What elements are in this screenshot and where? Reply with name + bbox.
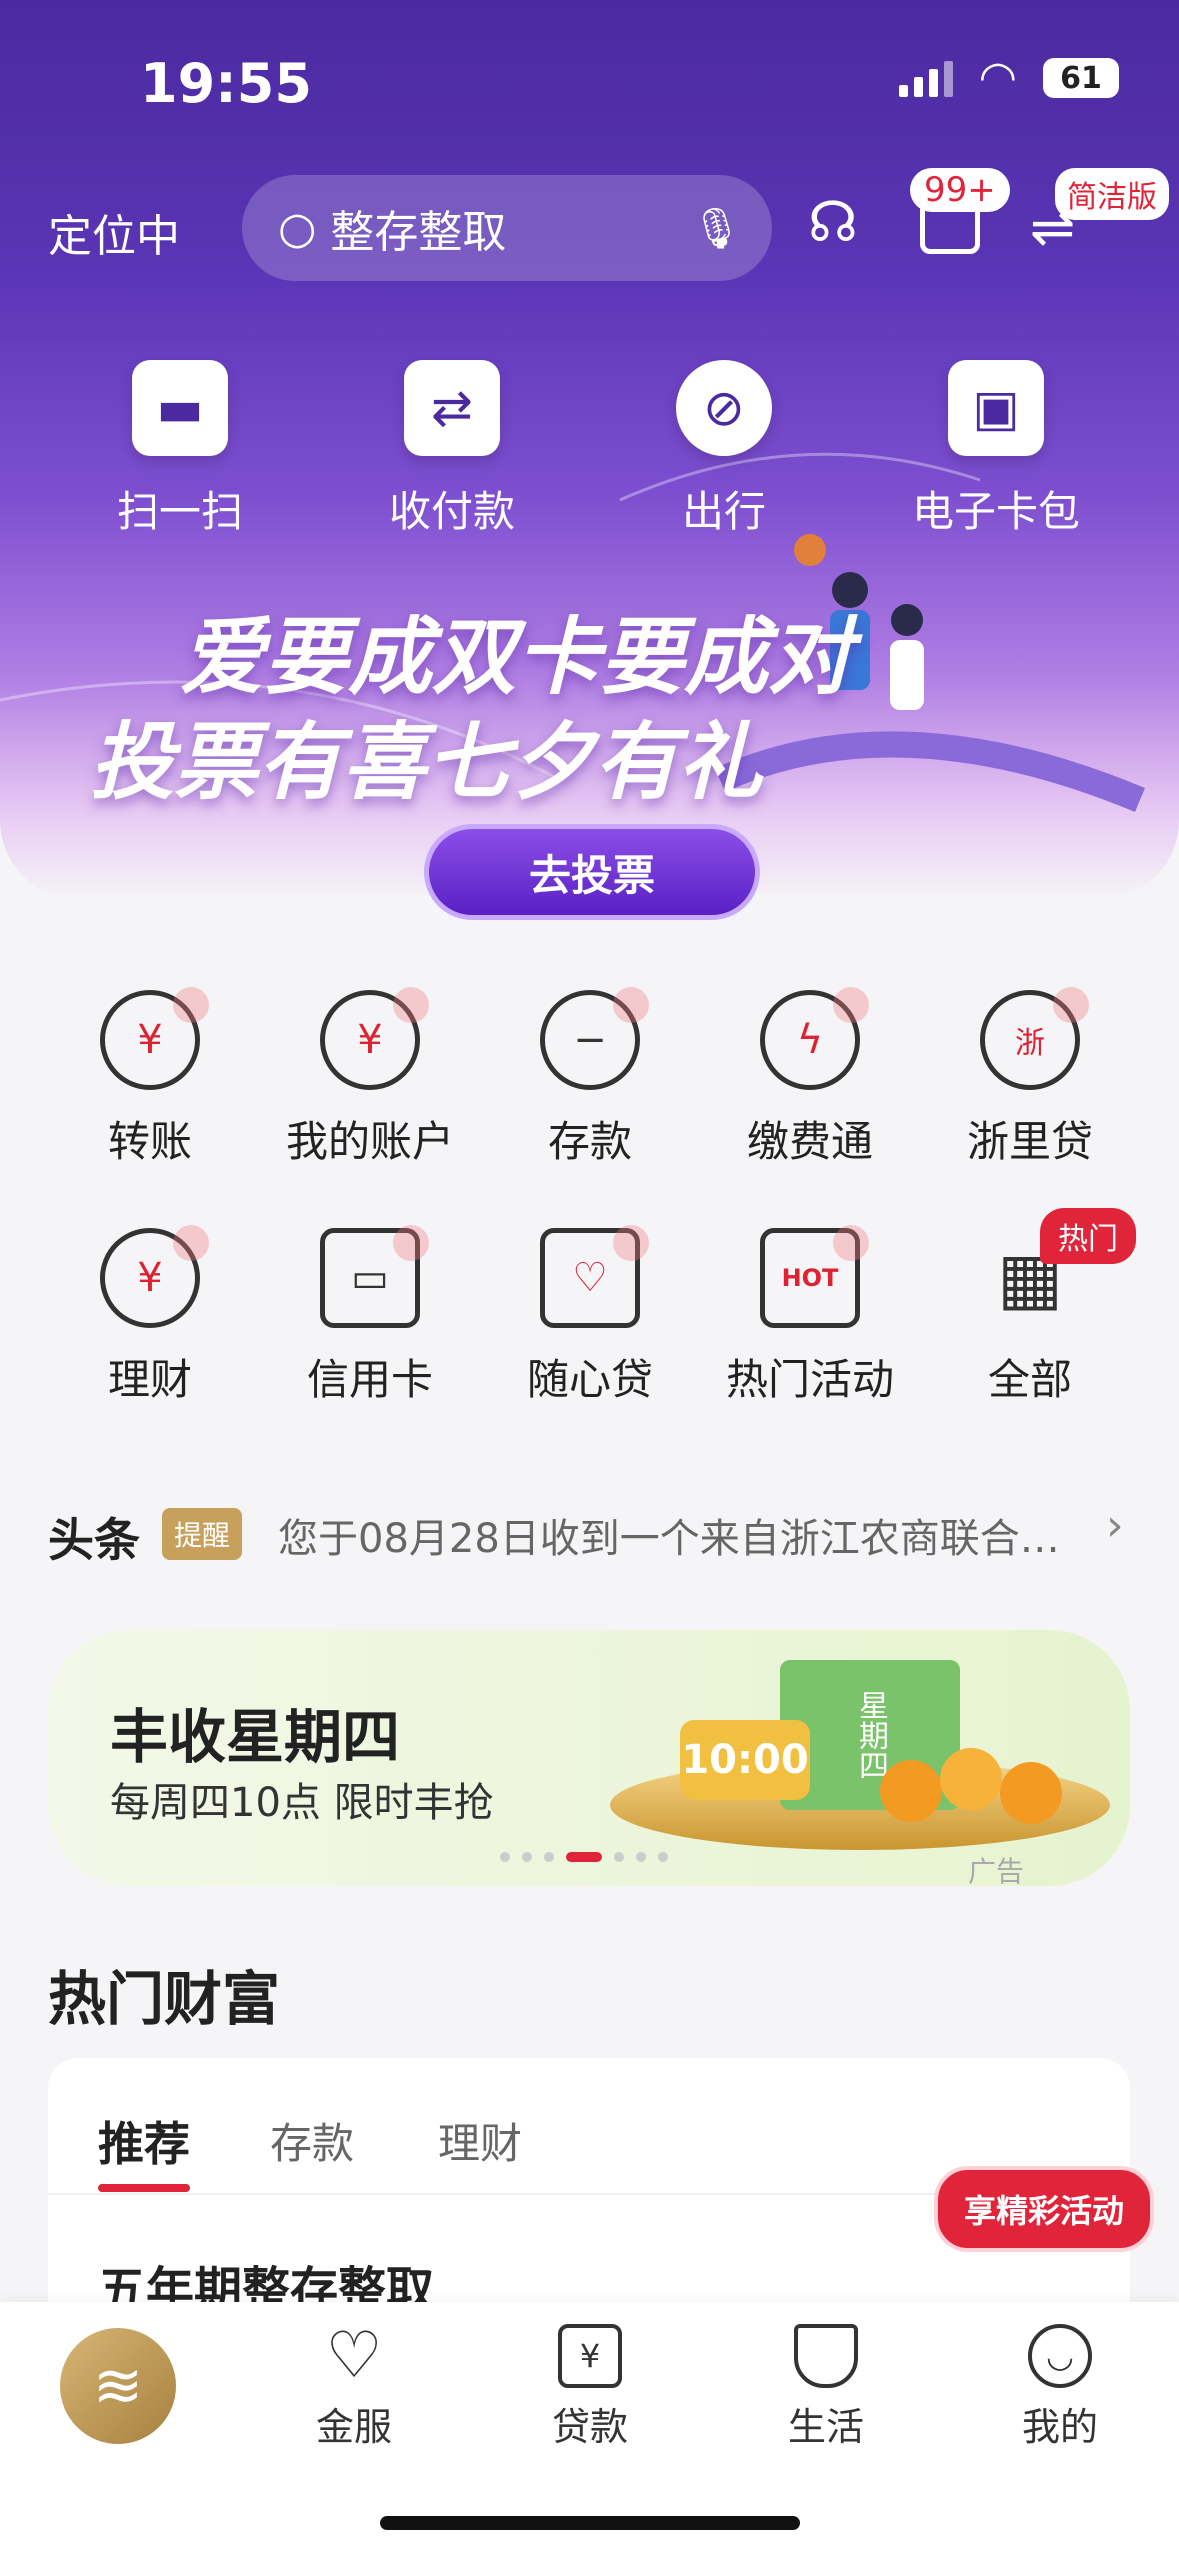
microphone-icon[interactable]: 🎙 — [691, 205, 742, 252]
heart-icon: ♡ — [325, 2319, 383, 2393]
compass-icon: ⊘ — [676, 360, 772, 456]
clock-illustration: 10:00 — [680, 1720, 810, 1800]
service-label: 存款 — [547, 1117, 632, 1166]
tab-wealth[interactable]: 理财 — [438, 2110, 522, 2171]
promo-title: 丰收星期四 — [110, 1703, 401, 1771]
orange-illustration — [1000, 1762, 1062, 1824]
simple-mode-badge[interactable]: 简洁版 — [1055, 168, 1169, 220]
heart-bag-icon: ♡ — [540, 1225, 649, 1328]
message-badge: 99+ — [910, 168, 1010, 212]
news-headline[interactable]: 您于08月28日收到一个来自浙江农商联合… — [278, 1506, 1098, 1564]
service-label: 缴费通 — [746, 1117, 873, 1166]
banner-headline[interactable]: 爱要成双卡要成对 — [180, 590, 852, 711]
chevron-right-icon[interactable]: › — [1106, 1500, 1124, 1551]
service-credit-card[interactable]: ▭ 信用卡 — [260, 1225, 480, 1407]
quick-action-label: 电子卡包 — [911, 487, 1080, 536]
promo-subtitle: 每周四10点 限时丰抢 — [110, 1780, 494, 1826]
nav-loan[interactable]: ¥ 贷款 — [510, 2324, 670, 2451]
quick-action-label: 扫一扫 — [116, 487, 243, 536]
loan-bag-icon: 浙 — [980, 987, 1089, 1090]
transfer-icon: ¥ — [100, 987, 209, 1090]
nav-mine[interactable]: ◡ 我的 — [980, 2324, 1140, 2451]
section-title: 热门财富 — [48, 1965, 281, 2033]
bill-payment-icon: ϟ — [760, 987, 869, 1090]
event-button[interactable]: 享精彩活动 — [934, 2166, 1155, 2252]
news-title: 头条 — [48, 1513, 140, 1567]
transfer-arrows-icon: ⇄ — [404, 360, 500, 456]
location-label[interactable]: 定位中 — [48, 200, 180, 264]
service-label: 理财 — [107, 1355, 192, 1404]
status-time: 19:55 — [140, 52, 312, 115]
wallet-icon: ▣ — [948, 360, 1044, 456]
service-label: 我的账户 — [285, 1117, 454, 1166]
service-label: 随心贷 — [526, 1355, 653, 1404]
nav-finance[interactable]: ♡ 金服 — [274, 2319, 434, 2451]
signal-icon — [898, 59, 953, 97]
orange-illustration — [880, 1760, 942, 1822]
nav-life[interactable]: 生活 — [746, 2324, 906, 2451]
quick-action-label: 收付款 — [388, 487, 515, 536]
quick-action-label: 出行 — [681, 487, 766, 536]
carousel-dots[interactable] — [500, 1852, 668, 1862]
banner-subheadline[interactable]: 投票有喜七夕有礼 — [90, 695, 762, 816]
orange-illustration — [940, 1748, 1002, 1810]
scan-icon: ▬ — [132, 360, 228, 456]
service-label: 热门活动 — [725, 1355, 894, 1404]
status-icons: ◠ 61 — [898, 52, 1119, 103]
home-indicator — [380, 2516, 800, 2530]
loan-icon: ¥ — [558, 2324, 622, 2388]
vote-button[interactable]: 去投票 — [424, 824, 760, 920]
cup-icon — [794, 2324, 858, 2388]
customer-service-icon[interactable]: ☊ — [808, 190, 858, 255]
wealth-icon: ¥ — [100, 1225, 209, 1328]
wifi-icon: ◠ — [978, 52, 1017, 103]
tab-recommended[interactable]: 推荐 — [98, 2108, 190, 2174]
tab-deposit[interactable]: 存款 — [270, 2110, 354, 2171]
home-logo-icon[interactable]: ≋ — [60, 2328, 176, 2444]
service-zheli-loan[interactable]: 浙 浙里贷 — [920, 987, 1140, 1169]
nav-label: 贷款 — [551, 2405, 628, 2449]
hot-gift-icon: HOT — [760, 1225, 869, 1328]
ad-label: 广告 — [968, 1855, 1025, 1888]
reminder-tag: 提醒 — [162, 1508, 243, 1560]
service-hot-events[interactable]: HOT 热门活动 — [700, 1225, 920, 1407]
service-label: 浙里贷 — [966, 1117, 1093, 1166]
quick-action-wallet[interactable]: ▣ 电子卡包 — [896, 360, 1096, 539]
account-bag-icon: ¥ — [320, 987, 429, 1090]
service-easy-loan[interactable]: ♡ 随心贷 — [480, 1225, 700, 1407]
quick-action-pay[interactable]: ⇄ 收付款 — [352, 360, 552, 539]
service-my-account[interactable]: ¥ 我的账户 — [260, 987, 480, 1169]
search-input[interactable]: 整存整取 — [330, 196, 691, 260]
service-bill-payment[interactable]: ϟ 缴费通 — [700, 987, 920, 1169]
service-transfer[interactable]: ¥ 转账 — [40, 987, 260, 1169]
quick-action-travel[interactable]: ⊘ 出行 — [624, 360, 824, 539]
quick-action-scan[interactable]: ▬ 扫一扫 — [80, 360, 280, 539]
nav-label: 生活 — [787, 2405, 864, 2449]
hot-badge: 热门 — [1040, 1208, 1136, 1264]
service-wealth[interactable]: ¥ 理财 — [40, 1225, 260, 1407]
search-icon: ○ — [278, 202, 317, 254]
battery-indicator: 61 — [1043, 58, 1119, 98]
active-tab-indicator — [98, 2184, 190, 2192]
credit-card-icon: ▭ — [320, 1225, 429, 1328]
smile-icon: ◡ — [1028, 2324, 1092, 2388]
service-deposit[interactable]: − 存款 — [480, 987, 700, 1169]
nav-label: 我的 — [1021, 2405, 1098, 2449]
service-label: 全部 — [987, 1355, 1072, 1404]
piggy-bank-icon: − — [540, 987, 649, 1090]
nav-label: 金服 — [315, 2405, 392, 2449]
service-label: 转账 — [107, 1117, 192, 1166]
service-label: 信用卡 — [306, 1355, 433, 1404]
search-bar[interactable]: ○ 整存整取 🎙 — [242, 175, 772, 281]
